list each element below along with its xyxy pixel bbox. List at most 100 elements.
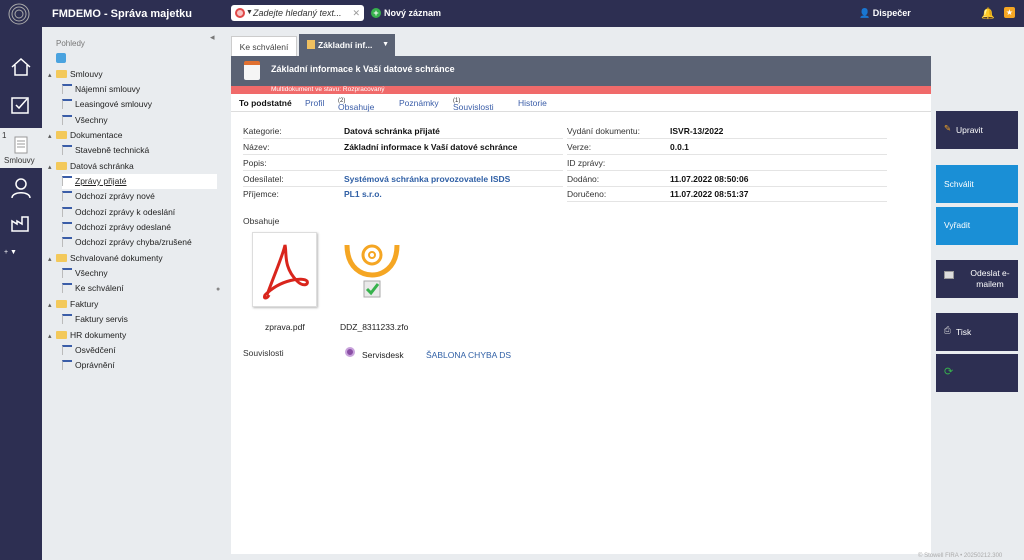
document-icon bbox=[62, 237, 72, 247]
views-title: Pohledy bbox=[56, 39, 85, 48]
new-record-button[interactable]: + Nový záznam bbox=[371, 8, 441, 18]
button-label: Schválit bbox=[944, 179, 974, 189]
document-icon bbox=[62, 99, 72, 109]
chevron-down-icon: + ▼ bbox=[4, 249, 17, 256]
tree-folder-faktury[interactable]: ▴ Faktury bbox=[48, 297, 98, 312]
checkbox-icon bbox=[11, 97, 29, 114]
field-label: Verze: bbox=[567, 142, 592, 152]
tree-item[interactable]: Oprávnění bbox=[62, 358, 115, 373]
file-name[interactable]: DDZ_8311233.zfo bbox=[340, 322, 408, 332]
pin-icon[interactable]: ● bbox=[216, 282, 220, 297]
home-icon bbox=[11, 57, 31, 76]
edit-button[interactable]: ✎ Upravit bbox=[936, 111, 1018, 149]
app-logo-icon[interactable] bbox=[8, 3, 30, 25]
field-label: ID zprávy: bbox=[567, 158, 606, 168]
app-title: FMDEMO - Správa majetku bbox=[52, 8, 192, 20]
nav-active-label: Smlouvy bbox=[4, 156, 35, 165]
tree-label: Datová schránka bbox=[70, 161, 134, 171]
pdf-file[interactable] bbox=[252, 232, 317, 307]
tree-item[interactable]: Leasingové smlouvy bbox=[62, 97, 152, 112]
chevron-down-icon[interactable]: ▼ bbox=[246, 5, 253, 21]
tree-item[interactable]: Osvědčení bbox=[62, 343, 116, 358]
tree-label: Faktury servis bbox=[75, 314, 128, 324]
email-icon bbox=[944, 271, 954, 279]
field-value: 11.07.2022 08:50:06 bbox=[670, 174, 749, 184]
collapse-icon[interactable]: ◂ bbox=[210, 32, 215, 43]
servisdesk-icon bbox=[345, 347, 355, 357]
tree-folder-datova[interactable]: ▴ Datová schránka bbox=[48, 159, 134, 174]
document-icon bbox=[62, 176, 72, 186]
discard-button[interactable]: Vyřadit bbox=[936, 207, 1018, 245]
subtab-label: Obsahuje bbox=[338, 102, 375, 112]
document-icon bbox=[62, 314, 72, 324]
tree-item[interactable]: Všechny bbox=[62, 113, 108, 128]
tree-item[interactable]: Faktury servis bbox=[62, 312, 128, 327]
chevron-down-icon[interactable]: ▼ bbox=[382, 34, 389, 56]
field-label: Dodáno: bbox=[567, 174, 600, 184]
divider bbox=[243, 186, 563, 187]
document-icon bbox=[62, 145, 72, 155]
subtab-obsahuje[interactable]: Obsahuje (2) bbox=[338, 98, 374, 112]
tab-strip: Ke schválení Základní inf... ▼ bbox=[231, 34, 931, 56]
tree-folder-smlouvy[interactable]: ▴ Smlouvy bbox=[48, 67, 103, 82]
folder-icon bbox=[56, 162, 67, 170]
tree-label: Osvědčení bbox=[75, 345, 116, 355]
subtab-souvislosti[interactable]: Souvislosti (1) bbox=[453, 98, 494, 112]
tree-item[interactable]: Všechny bbox=[62, 266, 108, 281]
folder-icon bbox=[56, 70, 67, 78]
divider bbox=[567, 201, 887, 202]
approve-button[interactable]: Schválit bbox=[936, 165, 1018, 203]
subtab-poznamky[interactable]: Poznámky bbox=[399, 98, 439, 108]
tree-folder-schvalovane[interactable]: ▴ Schvalované dokumenty bbox=[48, 251, 163, 266]
sender-link[interactable]: Systémová schránka provozovatele ISDS bbox=[344, 174, 510, 184]
views-tree: Pohledy ◂ ▴ Smlouvy Nájemní smlouvy Leasi… bbox=[42, 27, 224, 560]
refresh-icon[interactable] bbox=[56, 53, 66, 63]
search-input[interactable]: ▼ Zadejte hledaný text... ✕ bbox=[231, 5, 364, 21]
related-link[interactable]: ŠABLONA CHYBA DS bbox=[426, 350, 511, 360]
plus-icon: + bbox=[371, 8, 381, 18]
tree-folder-dokumentace[interactable]: ▴ Dokumentace bbox=[48, 128, 122, 143]
field-value: ISVR-13/2022 bbox=[670, 126, 724, 136]
star-icon[interactable]: ★ bbox=[1004, 7, 1015, 18]
tree-item[interactable]: Odchozí zprávy k odeslání bbox=[62, 205, 175, 220]
more-nav[interactable]: + ▼ bbox=[0, 243, 42, 263]
divider bbox=[567, 186, 887, 187]
tree-item-selected[interactable]: Zprávy přijaté bbox=[62, 174, 217, 189]
document-header: Základní informace k Vaší datové schránc… bbox=[231, 56, 931, 86]
buildings-nav[interactable] bbox=[0, 205, 42, 243]
subtab-profil[interactable]: Profil bbox=[305, 98, 324, 108]
print-button[interactable]: ⎙ Tisk bbox=[936, 313, 1018, 351]
tree-label: Odchozí zprávy odeslané bbox=[75, 222, 171, 232]
recipient-link[interactable]: PL1 s.r.o. bbox=[344, 189, 382, 199]
home-nav[interactable] bbox=[0, 49, 42, 87]
subtab-historie[interactable]: Historie bbox=[518, 98, 547, 108]
file-name[interactable]: zprava.pdf bbox=[265, 322, 305, 332]
pdf-icon bbox=[263, 244, 309, 300]
people-nav[interactable] bbox=[0, 169, 42, 207]
tree-folder-hr[interactable]: ▴ HR dokumenty bbox=[48, 328, 126, 343]
tree-item[interactable]: Odchozí zprávy chyba/zrušené bbox=[62, 235, 192, 250]
field-value: 0.0.1 bbox=[670, 142, 689, 152]
nav-badge: 1 bbox=[2, 131, 7, 140]
button-label: Tisk bbox=[956, 327, 972, 337]
tree-label: Oprávnění bbox=[75, 360, 115, 370]
email-attachment-icon[interactable] bbox=[343, 239, 401, 301]
top-bar: FMDEMO - Správa majetku ▼ Zadejte hledan… bbox=[0, 0, 1024, 27]
tab-ke-schvaleni[interactable]: Ke schválení bbox=[231, 36, 297, 56]
user-icon: 👤 bbox=[859, 8, 871, 18]
bell-icon[interactable]: 🔔 bbox=[981, 7, 995, 20]
tasks-nav[interactable] bbox=[0, 87, 42, 125]
tree-item[interactable]: Ke schválení bbox=[62, 281, 124, 296]
clear-icon[interactable]: ✕ bbox=[352, 5, 360, 21]
subtab-podstatne[interactable]: To podstatné bbox=[239, 98, 292, 108]
refresh-button[interactable]: ⟳ bbox=[936, 354, 1018, 392]
tree-item[interactable]: Nájemní smlouvy bbox=[62, 82, 140, 97]
tab-zakladni-informace[interactable]: Základní inf... ▼ bbox=[299, 34, 395, 56]
tree-item[interactable]: Odchozí zprávy nové bbox=[62, 189, 155, 204]
tree-item[interactable]: Odchozí zprávy odeslané bbox=[62, 220, 171, 235]
user-menu[interactable]: 👤 Dispečer bbox=[859, 8, 911, 19]
search-scope-icon[interactable] bbox=[235, 8, 245, 18]
tree-item[interactable]: Stavebně technická bbox=[62, 143, 149, 158]
send-email-button[interactable]: Odeslat e-mailem bbox=[936, 260, 1018, 298]
field-label: Příjemce: bbox=[243, 189, 279, 199]
